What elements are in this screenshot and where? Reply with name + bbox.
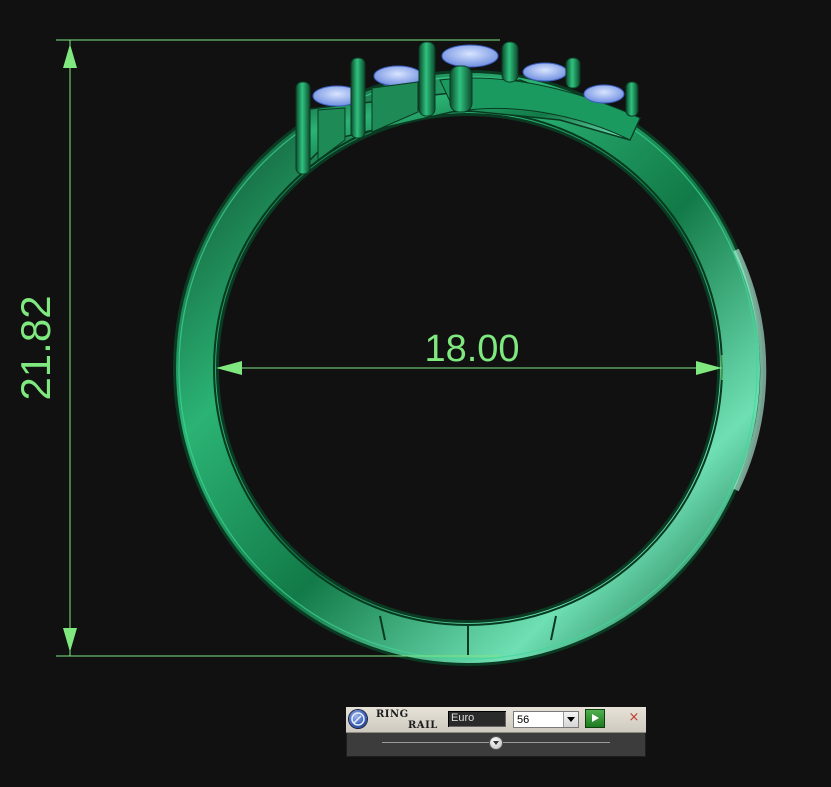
arrow-left-icon [216, 361, 242, 375]
width-dimension-label: 18.00 [424, 328, 519, 370]
ring-rail-title-line2: RAIL [408, 720, 438, 731]
chevron-down-icon[interactable] [563, 712, 578, 727]
close-button[interactable]: × [627, 711, 641, 725]
ring-model-view[interactable]: 21.82 18.00 [0, 0, 831, 787]
arrow-down-icon [63, 628, 77, 652]
ring-size-value: 56 [517, 714, 530, 726]
ring-rail-header: RING RAIL Euro 56 × [346, 707, 646, 733]
size-slider-thumb[interactable] [490, 737, 502, 749]
ring-rail-toolbar: RING RAIL Euro 56 × [346, 707, 646, 757]
ring-size-select[interactable]: 56 [513, 711, 579, 728]
size-system-field[interactable]: Euro [448, 711, 506, 727]
width-dimension: 18.00 [216, 328, 723, 380]
stone-setting [295, 41, 642, 175]
arrow-up-icon [63, 44, 77, 68]
ring-rail-title-line1: RING [376, 709, 409, 720]
ring-rail-logo-icon [349, 710, 367, 728]
apply-button[interactable] [586, 710, 604, 727]
3d-viewport[interactable]: 21.82 18.00 [0, 0, 831, 787]
height-dimension-label: 21.82 [12, 295, 59, 400]
